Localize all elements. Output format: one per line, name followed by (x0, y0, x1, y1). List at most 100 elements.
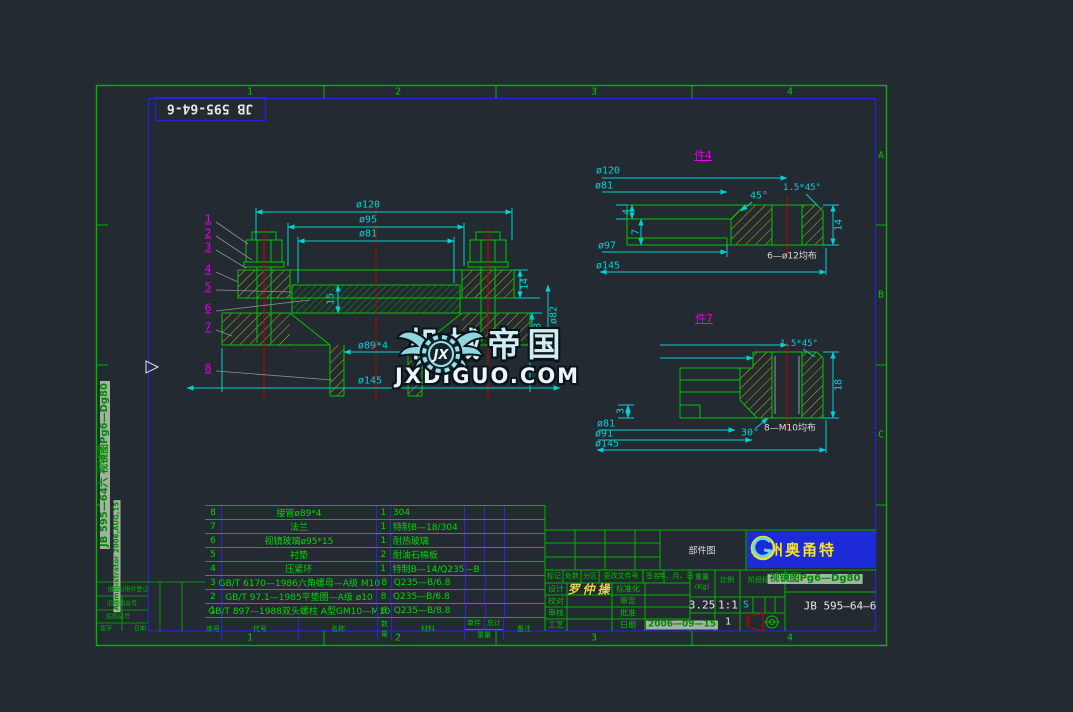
bom-row-5: 5 衬垫 2 耐油石棉板 (205, 547, 545, 561)
bom-qty: 8 (376, 590, 390, 603)
corner-label-registry: 借(通)用件登记 (108, 585, 149, 594)
corner-label-sign: 签字 (100, 624, 112, 633)
tb-scale-label: 比例 (720, 575, 734, 585)
margin-doc-line: JB 595—64六 视镜图Pg6—Dg80 (100, 381, 110, 549)
bom-no: 7 (205, 520, 221, 533)
watermark-gear-text: JX (431, 348, 450, 363)
cad-workspace: 1 2 3 4 1 2 3 4 A B C JB 595-64-6 JB 595… (0, 0, 1073, 712)
bom-desc: 接管ø89*4 (221, 506, 376, 519)
tb-design-label: 设计 (548, 584, 564, 595)
v7-dim-3: 3 (616, 408, 627, 414)
bom-qty: 1 (376, 562, 390, 575)
bom-header-note: 备注 (503, 618, 544, 640)
bom-qty: 1 (376, 506, 390, 519)
tb-review-label: 审核 (548, 608, 564, 619)
tb-doc-type: 部件图 (688, 544, 715, 557)
bom-note (504, 562, 545, 575)
tb-weight-unit: (Kg) (695, 583, 710, 591)
bom-row-6: 6 视镜玻璃ø95*15 1 耐热玻璃 (205, 533, 545, 547)
bom-total-weight (484, 506, 504, 519)
bom-total-weight (484, 548, 504, 561)
bom-unit-weight (464, 506, 484, 519)
zone-label-right-b: B (878, 290, 884, 301)
tb-date-label: 日期 (620, 620, 636, 631)
bom-qty: 1 (376, 520, 390, 533)
watermark-gear-wings-icon: JX (393, 312, 493, 392)
v4-dim-14: 14 (834, 219, 845, 231)
dim-label-15: 15 (326, 293, 337, 305)
balloon-4: 4 (205, 263, 212, 276)
tb-sheet-number: 1 (725, 617, 731, 628)
bom-no: 4 (205, 562, 221, 575)
dim-label-d95: ø95 (359, 215, 377, 226)
v7-dim-d145: ø145 (595, 439, 619, 450)
bom-note (504, 548, 545, 561)
bom-qty: 8 (377, 576, 391, 589)
tb-date-value: 2006—09—15 (646, 621, 718, 630)
bom-header-total: 总计 (484, 618, 504, 629)
tb-standardize-label: 标准化 (616, 584, 640, 595)
bom-desc: GB/T 897—1988双头螺柱 A型GM10—M10 (221, 604, 377, 617)
tb-check-label: 校对 (548, 596, 564, 607)
zone-label-bottom-4: 4 (787, 633, 793, 644)
bom-header-no: 序号 (205, 618, 221, 640)
balloon-7: 7 (205, 321, 212, 334)
upside-down-stamp: JB 595-64-6 (167, 101, 253, 116)
company-logo-emblem (747, 531, 781, 565)
bom-desc: 衬垫 (221, 548, 376, 561)
bom-material: Q235—B/6.8 (391, 576, 465, 589)
dim-label-d81: ø81 (359, 229, 377, 240)
zone-label-right-a: A (878, 151, 884, 162)
bom-note (504, 520, 545, 533)
v4-dim-4: 4 (622, 209, 633, 215)
bom-material: 特制B—18/304 (390, 520, 465, 533)
bom-qty: 1 (376, 534, 390, 547)
tb-header-change-doc: 更改文件号 (604, 571, 639, 581)
bom-header-qty: 数量 (377, 618, 391, 640)
tb-header-zone: 分区 (583, 571, 597, 581)
bom-no: 8 (205, 506, 221, 519)
dim-label-14: 14 (520, 278, 531, 290)
bom-header-code: 代号 (221, 618, 298, 640)
bom-header-weight: 重量 (477, 630, 491, 641)
bom-header-weight-group: 单件 总计 重量 (464, 618, 503, 640)
bom-no: 6 (205, 534, 221, 547)
tb-stage-value: S (743, 600, 749, 611)
view4-label: 件4 (694, 147, 712, 163)
bom-no: 5 (205, 548, 221, 561)
v4-dim-d97: ø97 (598, 241, 616, 252)
bom-material: 304 (390, 506, 465, 519)
zone-label-top-2: 2 (395, 87, 401, 98)
tb-drawing-title: 视镜图Pg6—Dg80 (768, 574, 863, 584)
balloon-8: 8 (205, 362, 212, 375)
tb-header-count: 处数 (565, 571, 579, 581)
zone-label-bottom-3: 3 (591, 633, 597, 644)
bom-header-unit: 单件 (465, 618, 484, 629)
balloon-3: 3 (205, 241, 212, 254)
watermark: JX 机械帝国 JXDIGUO.COM (393, 312, 693, 394)
bom-desc: 视镜玻璃ø95*15 (221, 534, 376, 547)
tb-weight-label: 重量 (695, 572, 709, 582)
bom-desc: 法兰 (221, 520, 376, 533)
bom-desc: GB/T 6170—1986六角螺母—A级 M10 (221, 576, 377, 589)
v7-dim-30: 30° (741, 428, 759, 439)
bom-total-weight (484, 520, 504, 533)
view7-label: 件7 (695, 310, 713, 326)
tb-weight-value: 3.25 (689, 599, 716, 612)
centering-mark (146, 361, 158, 373)
bom-note (504, 604, 545, 617)
bom-unit-weight (464, 534, 484, 547)
zone-label-top-3: 3 (591, 87, 597, 98)
zone-label-top-4: 4 (787, 87, 793, 98)
zone-label-right-c: C (878, 430, 884, 441)
v4-dim-d81: ø81 (595, 181, 613, 192)
balloon-2: 2 (205, 227, 212, 240)
bom-unit-weight (465, 604, 485, 617)
balloon-1: 1 (205, 213, 212, 226)
bom-material: 特制B—14/Q235—B (390, 562, 465, 575)
balloon-5: 5 (205, 281, 212, 294)
bom-total-weight (485, 604, 505, 617)
bom-unit-weight (464, 548, 484, 561)
v7-holes-note: 8—M10均布 (764, 421, 816, 434)
corner-label-date: 日期 (134, 624, 146, 633)
